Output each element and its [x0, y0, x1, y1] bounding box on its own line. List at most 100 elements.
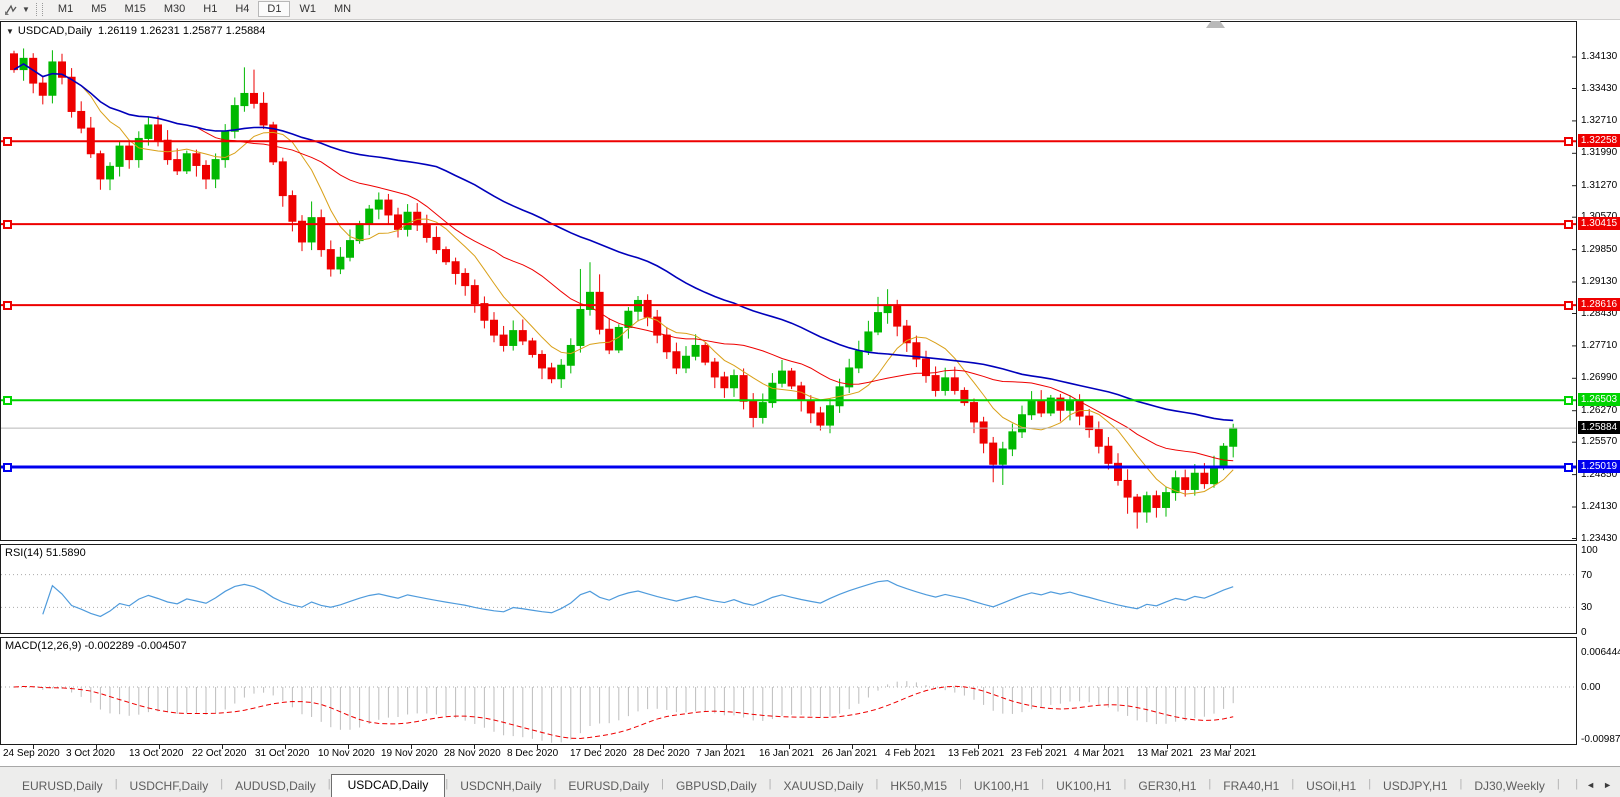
rsi-chart-canvas[interactable] [0, 544, 1577, 634]
date-label: 10 Nov 2020 [318, 748, 375, 759]
price-tick: 1.32710 [1581, 115, 1617, 126]
symbol-tabs: EURUSD,Daily|USDCHF,Daily|AUDUSD,Daily|U… [0, 773, 1567, 797]
tab-scroll-right-icon[interactable]: ► [1603, 780, 1612, 790]
tab-eurusd-daily[interactable]: EURUSD,Daily [556, 776, 661, 797]
date-tick [285, 745, 286, 749]
price-tick: 1.34130 [1581, 51, 1617, 62]
hline-anchor [3, 137, 12, 146]
timeframe-toolbar: ▼ M1M5M15M30H1H4D1W1MN [0, 0, 1620, 20]
date-label: 13 Oct 2020 [129, 748, 183, 759]
tab-scroll-left-icon[interactable]: ◄ [1586, 780, 1595, 790]
date-tick [978, 745, 979, 749]
timeframe-button-d1[interactable]: D1 [258, 1, 290, 17]
current-price-label: 1.25884 [1578, 421, 1620, 434]
hline-anchor [3, 463, 12, 472]
timeframe-button-m15[interactable]: M15 [115, 1, 154, 17]
price-tick: 1.29850 [1581, 244, 1617, 255]
tab-hk50-m15[interactable]: HK50,M15 [878, 776, 959, 797]
tab-uk100-h1[interactable]: UK100,H1 [962, 776, 1041, 797]
date-label: 19 Nov 2020 [381, 748, 438, 759]
date-label: 8 Dec 2020 [507, 748, 558, 759]
date-label: 23 Feb 2021 [1011, 748, 1067, 759]
chart-title-ohlc: 1.26119 1.26231 1.25877 1.25884 [98, 25, 265, 37]
hline-price-label: 1.32258 [1578, 134, 1620, 147]
hline-anchor [1564, 463, 1573, 472]
date-label: 23 Mar 2021 [1200, 748, 1256, 759]
timeframe-button-m1[interactable]: M1 [49, 1, 82, 17]
tab-usdcnh-daily[interactable]: USDCNH,Daily [448, 776, 553, 797]
date-label: 13 Feb 2021 [948, 748, 1004, 759]
tool-dropdown-caret[interactable]: ▼ [22, 5, 30, 14]
rsi-tick: 100 [1581, 545, 1598, 556]
chart-shift-marker[interactable] [1206, 12, 1225, 28]
hline-anchor [1564, 137, 1573, 146]
price-tick: 1.33430 [1581, 83, 1617, 94]
hline-anchor [1564, 396, 1573, 405]
tab-ger30-h1[interactable]: GER30,H1 [1126, 776, 1208, 797]
date-tick [1230, 745, 1231, 749]
tab-uk100-h1[interactable]: UK100,H1 [1044, 776, 1123, 797]
rsi-tick: 70 [1581, 570, 1592, 581]
date-tick [474, 745, 475, 749]
macd-label: MACD(12,26,9) -0.002289 -0.004507 [5, 640, 187, 652]
tab-usdchf-daily[interactable]: USDCHF,Daily [118, 776, 221, 797]
tab-audusd-daily[interactable]: AUDUSD,Daily [223, 776, 328, 797]
date-label: 22 Oct 2020 [192, 748, 246, 759]
tab-scroll-arrows: | ◄ ► [1567, 773, 1620, 797]
timeframe-button-h4[interactable]: H4 [226, 1, 258, 17]
toolbar-grip[interactable] [36, 3, 43, 16]
hline-price-label: 1.30415 [1578, 217, 1620, 230]
tab-xauusd-daily[interactable]: XAUUSD,Daily [771, 776, 875, 797]
date-tick [1167, 745, 1168, 749]
price-tick: 1.31270 [1581, 180, 1617, 191]
tab-usoil-h1[interactable]: USOil,H1 [1294, 776, 1368, 797]
timeframe-button-m30[interactable]: M30 [155, 1, 194, 17]
timeframe-button-mn[interactable]: MN [325, 1, 360, 17]
price-tick: 1.31990 [1581, 147, 1617, 158]
tab-usdjpy-h1[interactable]: USDJPY,H1 [1371, 776, 1459, 797]
price-chart-canvas[interactable] [0, 21, 1577, 541]
mt4-terminal: { "toolbar": { "timeframes": ["M1","M5",… [0, 0, 1620, 796]
tab-china300-h1[interactable]: CHINA300,H1 [1560, 776, 1568, 797]
rsi-value: 51.5890 [46, 547, 86, 559]
hline-price-label: 1.26503 [1578, 393, 1620, 406]
tab-fra40-h1[interactable]: FRA40,H1 [1211, 776, 1291, 797]
hline-anchor [1564, 220, 1573, 229]
rsi-label: RSI(14) 51.5890 [5, 547, 86, 559]
date-label: 3 Oct 2020 [66, 748, 115, 759]
date-tick [537, 745, 538, 749]
chart-title-symbol: USDCAD,Daily [18, 25, 92, 37]
date-tick [789, 745, 790, 749]
date-tick [411, 745, 412, 749]
timeframe-button-h1[interactable]: H1 [194, 1, 226, 17]
date-tick [348, 745, 349, 749]
price-tick: 1.27710 [1581, 340, 1617, 351]
hline-price-label: 1.28616 [1578, 298, 1620, 311]
timeframe-button-m5[interactable]: M5 [82, 1, 115, 17]
rsi-tick: 0 [1581, 627, 1587, 638]
date-label: 24 Sep 2020 [3, 748, 60, 759]
macd-tick-mid: 0.00 [1581, 682, 1600, 693]
tab-usdcad-daily[interactable]: USDCAD,Daily [331, 774, 446, 797]
hline-price-label: 1.25019 [1578, 460, 1620, 473]
macd-tick-min: -0.00987 [1581, 734, 1620, 745]
chart-title: ▼ USDCAD,Daily 1.26119 1.26231 1.25877 1.… [6, 25, 265, 37]
hline-anchor [3, 396, 12, 405]
crosshair-tool-icon[interactable] [0, 1, 22, 18]
tab-gbpusd-daily[interactable]: GBPUSD,Daily [664, 776, 769, 797]
date-label: 28 Dec 2020 [633, 748, 690, 759]
date-label: 17 Dec 2020 [570, 748, 627, 759]
timeframe-button-w1[interactable]: W1 [290, 1, 325, 17]
date-label: 16 Jan 2021 [759, 748, 814, 759]
tab-dj30-weekly[interactable]: DJ30,Weekly [1462, 776, 1556, 797]
price-tick: 1.25570 [1581, 436, 1617, 447]
macd-chart-canvas[interactable] [0, 637, 1577, 745]
tab-eurusd-daily[interactable]: EURUSD,Daily [10, 776, 115, 797]
symbol-tabbar: EURUSD,Daily|USDCHF,Daily|AUDUSD,Daily|U… [0, 766, 1620, 797]
date-tick [159, 745, 160, 749]
price-tick: 1.29130 [1581, 276, 1617, 287]
price-tick: 1.26990 [1581, 372, 1617, 383]
date-label: 28 Nov 2020 [444, 748, 501, 759]
chart-menu-icon[interactable]: ▼ [6, 27, 14, 36]
date-tick [726, 745, 727, 749]
